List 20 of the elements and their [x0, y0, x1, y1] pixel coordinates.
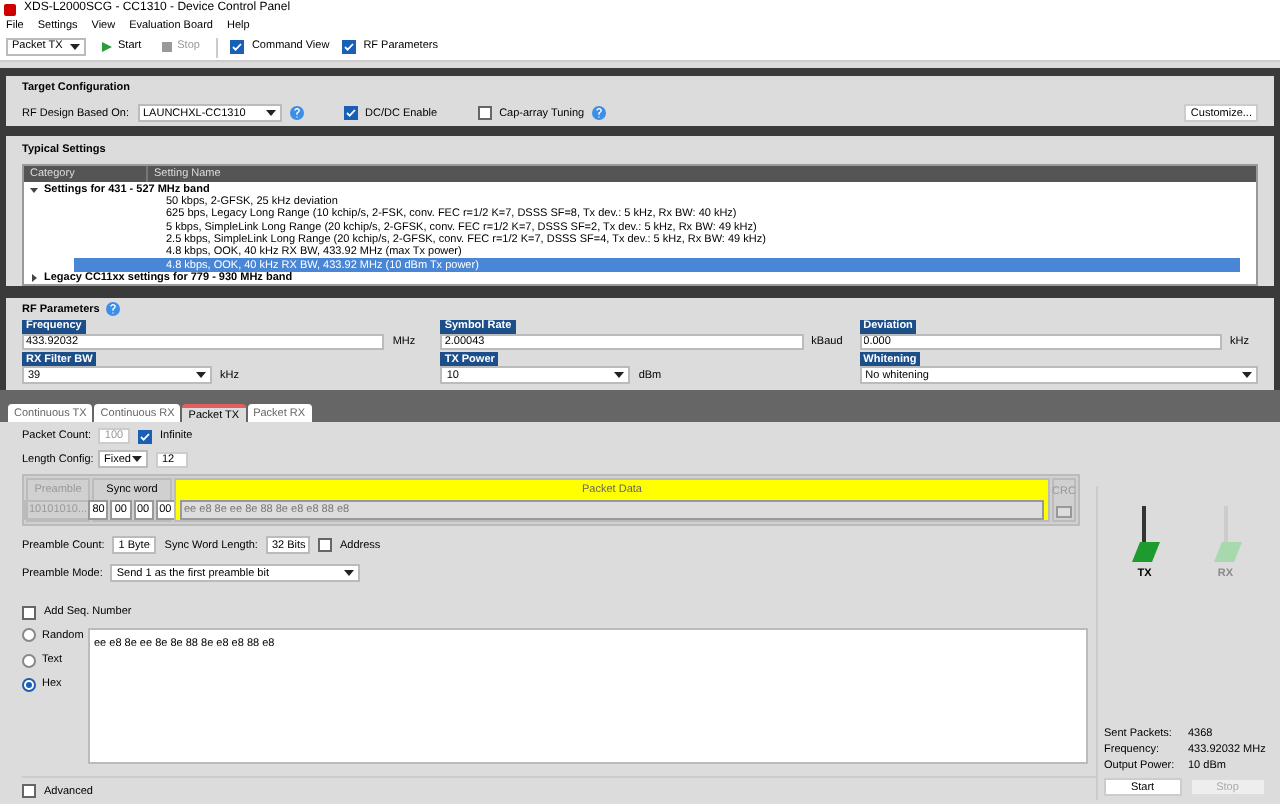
crc-field	[1056, 506, 1072, 519]
checkbox[interactable]	[341, 40, 356, 55]
radio-button[interactable]	[22, 653, 36, 668]
play-icon	[102, 42, 112, 53]
stop-icon	[161, 42, 172, 53]
collapse-icon[interactable]	[30, 185, 38, 194]
help-icon[interactable]	[289, 106, 303, 121]
help-icon[interactable]	[105, 302, 120, 317]
checkbox[interactable]	[343, 106, 357, 121]
checkbox[interactable]	[22, 784, 36, 799]
radio-button[interactable]	[22, 677, 36, 692]
expand-icon[interactable]	[30, 273, 38, 282]
checkbox[interactable]	[477, 106, 492, 121]
checkbox[interactable]	[138, 429, 152, 444]
radio-button[interactable]	[22, 628, 36, 643]
checkbox[interactable]	[317, 538, 332, 553]
help-icon[interactable]	[592, 106, 607, 121]
checkbox[interactable]	[22, 606, 36, 621]
checkbox[interactable]	[229, 40, 244, 55]
app-logo-icon	[4, 3, 16, 16]
